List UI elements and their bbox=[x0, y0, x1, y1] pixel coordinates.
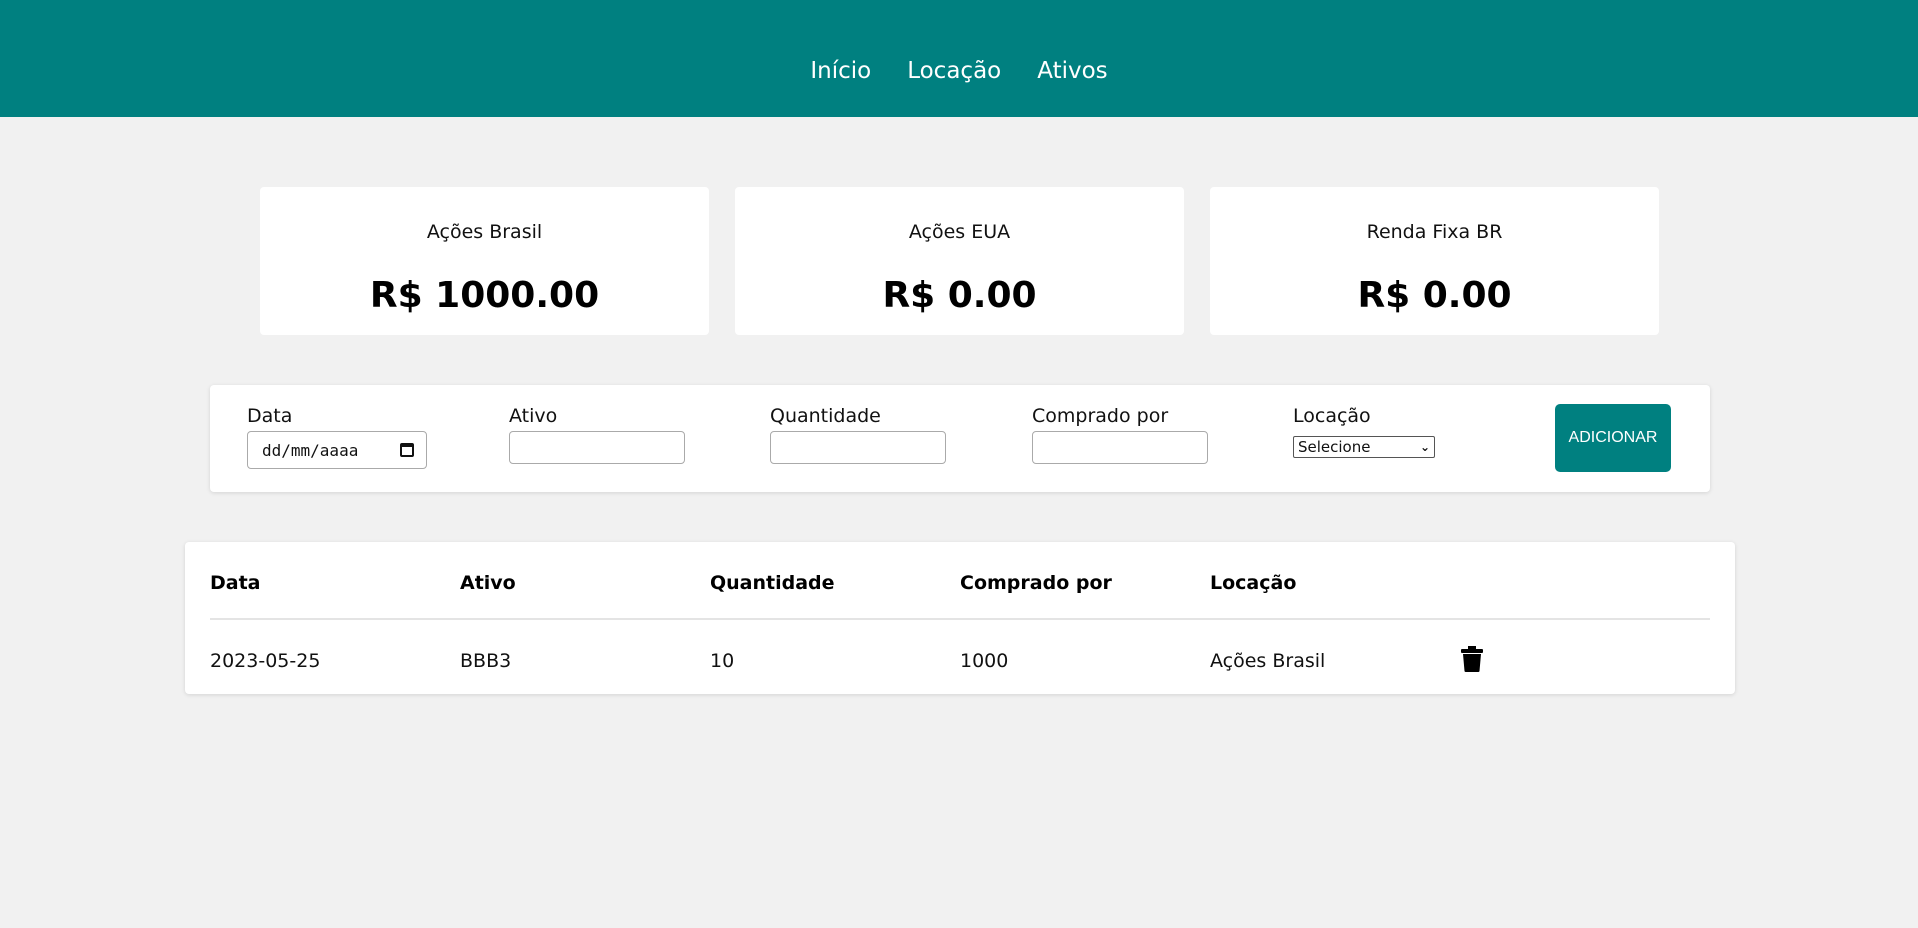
main-nav: Início Locação Ativos bbox=[810, 58, 1107, 84]
cell-locacao: Ações Brasil bbox=[1210, 650, 1326, 672]
add-asset-form: Data dd/mm/aaaa Ativo Quantidade Comprad… bbox=[210, 385, 1710, 492]
date-label: Data bbox=[247, 405, 293, 427]
ativo-field-group: Ativo bbox=[509, 405, 685, 464]
nav-item-locacao[interactable]: Locação bbox=[907, 58, 1001, 84]
top-navbar: Início Locação Ativos bbox=[0, 0, 1918, 117]
nav-item-ativos[interactable]: Ativos bbox=[1037, 58, 1107, 84]
column-header-comprado-por: Comprado por bbox=[960, 572, 1112, 594]
column-header-ativo: Ativo bbox=[460, 572, 516, 594]
summary-card-acoes-brasil: Ações Brasil R$ 1000.00 bbox=[260, 187, 709, 335]
card-title: Renda Fixa BR bbox=[1366, 221, 1503, 243]
comprado-por-field-group: Comprado por bbox=[1032, 405, 1208, 464]
date-input[interactable]: dd/mm/aaaa bbox=[247, 431, 427, 469]
card-title: Ações EUA bbox=[908, 221, 1011, 243]
locacao-field-group: Locação Selecione ⌄ bbox=[1293, 405, 1435, 458]
card-title: Ações Brasil bbox=[426, 221, 543, 243]
chevron-down-icon: ⌄ bbox=[1419, 440, 1430, 454]
date-field-group: Data dd/mm/aaaa bbox=[247, 405, 427, 469]
summary-card-acoes-eua: Ações EUA R$ 0.00 bbox=[735, 187, 1184, 335]
ativo-label: Ativo bbox=[509, 405, 558, 427]
table-header-row: Data Ativo Quantidade Comprado por Locaç… bbox=[210, 562, 1710, 620]
locacao-select[interactable]: Selecione ⌄ bbox=[1293, 436, 1435, 458]
comprado-por-input[interactable] bbox=[1032, 431, 1208, 464]
trash-icon[interactable] bbox=[1461, 646, 1483, 672]
date-placeholder: dd/mm/aaaa bbox=[262, 440, 359, 460]
card-value: R$ 0.00 bbox=[1357, 275, 1512, 316]
column-header-data: Data bbox=[210, 572, 261, 594]
quantidade-field-group: Quantidade bbox=[770, 405, 946, 464]
comprado-por-label: Comprado por bbox=[1032, 405, 1169, 427]
ativo-input[interactable] bbox=[509, 431, 685, 464]
assets-table: Data Ativo Quantidade Comprado por Locaç… bbox=[185, 542, 1735, 694]
cell-quantidade: 10 bbox=[710, 650, 735, 672]
quantidade-input[interactable] bbox=[770, 431, 946, 464]
nav-item-inicio[interactable]: Início bbox=[810, 58, 871, 84]
column-header-locacao: Locação bbox=[1210, 572, 1297, 594]
calendar-icon[interactable] bbox=[400, 443, 414, 457]
locacao-label: Locação bbox=[1293, 405, 1371, 427]
column-header-quantidade: Quantidade bbox=[710, 572, 835, 594]
cell-comprado-por: 1000 bbox=[960, 650, 1009, 672]
card-value: R$ 0.00 bbox=[882, 275, 1037, 316]
cell-ativo: BBB3 bbox=[460, 650, 512, 672]
table-row: 2023-05-25 BBB3 10 1000 Ações Brasil bbox=[210, 632, 1710, 672]
cell-data: 2023-05-25 bbox=[210, 650, 321, 672]
summary-card-renda-fixa: Renda Fixa BR R$ 0.00 bbox=[1210, 187, 1659, 335]
quantidade-label: Quantidade bbox=[770, 405, 881, 427]
locacao-selected-value: Selecione bbox=[1298, 438, 1371, 456]
add-button[interactable]: ADICIONAR bbox=[1555, 404, 1671, 472]
card-value: R$ 1000.00 bbox=[369, 275, 600, 316]
